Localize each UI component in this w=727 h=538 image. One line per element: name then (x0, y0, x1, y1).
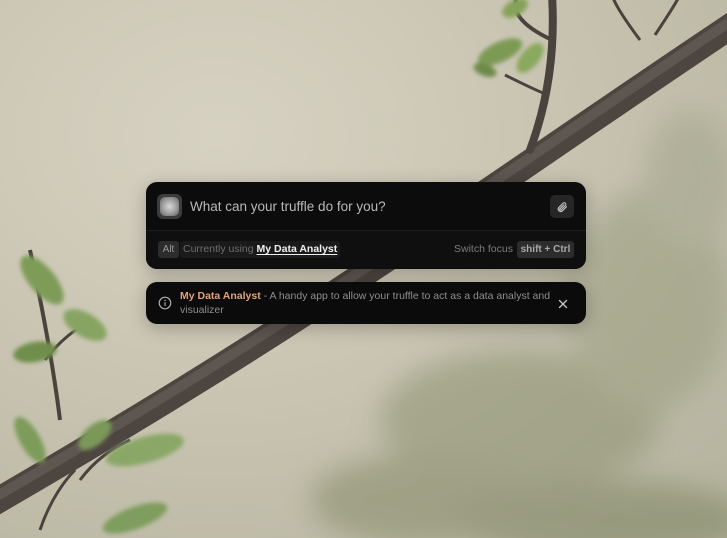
notice-app-name: My Data Analyst (180, 290, 261, 302)
current-app-chip[interactable]: Currently using My Data Analyst (180, 241, 341, 258)
close-notice-button[interactable] (556, 297, 570, 311)
prompt-input[interactable] (190, 194, 540, 218)
current-app-link[interactable]: My Data Analyst (257, 243, 338, 255)
switch-focus-label: Switch focus (454, 243, 513, 255)
truffle-orb-icon (157, 194, 182, 219)
attach-button[interactable] (550, 195, 574, 218)
orb-graphic (160, 197, 179, 216)
prompt-status-bar: Alt Currently using My Data Analyst Swit… (146, 231, 586, 269)
info-icon (158, 296, 172, 310)
wallpaper-branch-photo (0, 0, 727, 538)
close-icon (558, 299, 568, 309)
prompt-panel: Alt Currently using My Data Analyst Swit… (146, 182, 586, 269)
app-info-notice: My Data Analyst - A handy app to allow y… (146, 282, 586, 324)
prompt-row (146, 182, 586, 230)
current-app-label: Currently using (183, 243, 254, 255)
notice-text: My Data Analyst - A handy app to allow y… (180, 289, 552, 317)
switch-focus-shortcut: shift + Ctrl (517, 241, 574, 258)
desktop: Alt Currently using My Data Analyst Swit… (0, 0, 727, 538)
paperclip-icon (557, 201, 568, 212)
alt-key-hint: Alt (158, 241, 179, 258)
